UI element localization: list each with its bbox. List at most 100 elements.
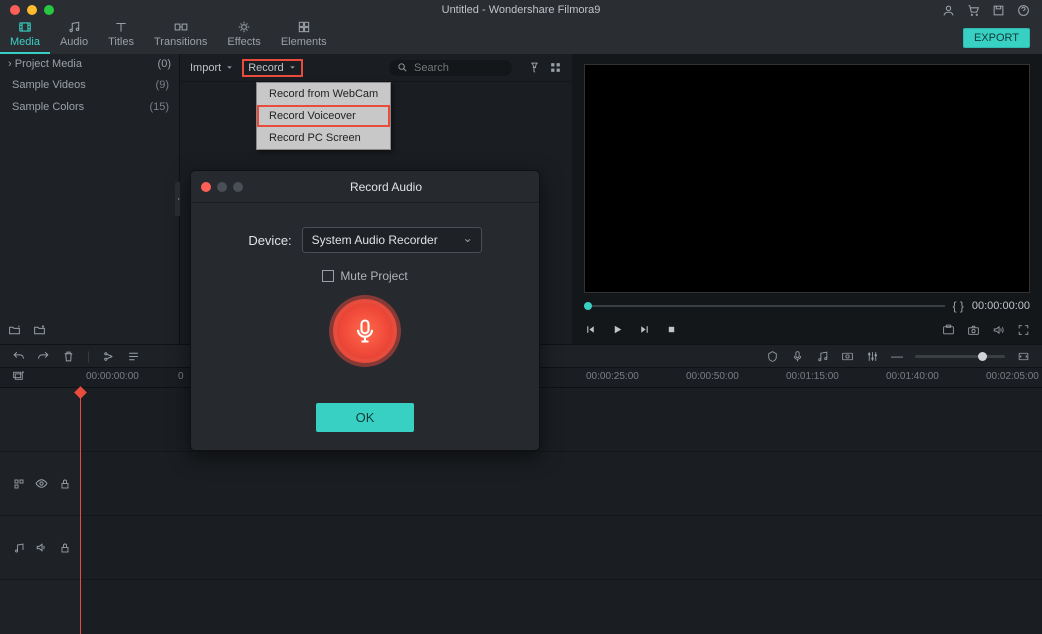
help-icon[interactable] xyxy=(1017,4,1030,17)
play-icon[interactable] xyxy=(611,323,624,336)
delete-icon[interactable] xyxy=(62,350,75,363)
save-icon[interactable] xyxy=(992,4,1005,17)
record-dropdown-button[interactable]: Record xyxy=(242,59,302,77)
tab-label: Effects xyxy=(227,36,260,48)
sidebar-item-label: Sample Videos xyxy=(12,79,86,91)
render-icon[interactable] xyxy=(841,350,854,363)
preview-timecode: 00:00:00:00 xyxy=(972,300,1030,312)
fullscreen-icon[interactable] xyxy=(1017,323,1030,336)
maximize-window-button[interactable] xyxy=(44,5,54,15)
tab-label: Audio xyxy=(60,36,88,48)
main-tabs: Media Audio Titles Transitions Effects E… xyxy=(0,20,1042,54)
search-icon xyxy=(397,62,408,73)
checkbox-icon xyxy=(322,270,334,282)
modal-title: Record Audio xyxy=(243,180,529,194)
tab-audio[interactable]: Audio xyxy=(50,14,98,54)
tab-titles[interactable]: Titles xyxy=(98,14,144,54)
voiceover-icon[interactable] xyxy=(791,350,804,363)
device-select[interactable]: System Audio Recorder xyxy=(302,227,482,253)
sidebar-item-count: (9) xyxy=(156,79,169,91)
edit-icon[interactable] xyxy=(127,350,140,363)
tab-label: Transitions xyxy=(154,36,207,48)
volume-icon[interactable] xyxy=(992,323,1005,336)
step-forward-icon[interactable] xyxy=(638,323,651,336)
audio-track-icon xyxy=(12,541,25,554)
search-input[interactable] xyxy=(414,62,504,74)
ok-button[interactable]: OK xyxy=(316,403,415,432)
tab-elements[interactable]: Elements xyxy=(271,14,337,54)
track-lock2-icon[interactable] xyxy=(58,477,71,490)
microphone-icon xyxy=(351,317,379,345)
music-icon[interactable] xyxy=(816,350,829,363)
titlebar: Untitled - Wondershare Filmora9 xyxy=(0,0,1042,20)
record-dropdown-menu: Record from WebCam Record Voiceover Reco… xyxy=(256,82,391,150)
audio-track[interactable] xyxy=(80,516,1042,580)
track-lock-icon[interactable] xyxy=(12,477,25,490)
cart-icon[interactable] xyxy=(967,4,980,17)
tab-label: Media xyxy=(10,36,40,48)
step-back-icon[interactable] xyxy=(584,323,597,336)
mixer-icon[interactable] xyxy=(866,350,879,363)
audio-icon xyxy=(67,20,81,34)
media-sidebar: › Project Media (0) Sample Videos (9) Sa… xyxy=(0,54,180,344)
timeline-gutter xyxy=(0,388,80,634)
sidebar-header-count: (0) xyxy=(158,58,171,70)
video-track-1-head[interactable] xyxy=(0,388,80,452)
sidebar-item-sample-colors[interactable]: Sample Colors (15) xyxy=(0,96,179,118)
sidebar-item-label: Sample Colors xyxy=(12,101,84,113)
modal-minimize-button[interactable] xyxy=(217,182,227,192)
zoom-slider[interactable] xyxy=(915,355,1005,358)
import-dropdown[interactable]: Import xyxy=(190,62,234,74)
window-controls xyxy=(0,5,54,15)
record-voiceover-item[interactable]: Record Voiceover xyxy=(257,105,390,127)
modal-maximize-button[interactable] xyxy=(233,182,243,192)
titlebar-actions xyxy=(942,4,1042,17)
preview-panel: { } 00:00:00:00 xyxy=(572,54,1042,344)
video-track-2[interactable] xyxy=(80,452,1042,516)
redo-icon[interactable] xyxy=(37,350,50,363)
tab-media[interactable]: Media xyxy=(0,14,50,54)
minimize-window-button[interactable] xyxy=(27,5,37,15)
export-button[interactable]: EXPORT xyxy=(963,28,1030,48)
new-folder-icon[interactable] xyxy=(8,323,21,336)
effects-icon xyxy=(237,20,251,34)
record-webcam-item[interactable]: Record from WebCam xyxy=(257,83,390,105)
audio-track-head[interactable] xyxy=(0,516,80,580)
tab-effects[interactable]: Effects xyxy=(217,14,270,54)
track-lock3-icon[interactable] xyxy=(58,541,71,554)
tab-transitions[interactable]: Transitions xyxy=(144,14,217,54)
marker-icon[interactable] xyxy=(766,350,779,363)
track-mute-icon[interactable] xyxy=(35,541,48,554)
record-button[interactable] xyxy=(333,299,397,363)
record-pc-screen-item[interactable]: Record PC Screen xyxy=(257,127,390,149)
tab-label: Elements xyxy=(281,36,327,48)
undo-icon[interactable] xyxy=(12,350,25,363)
video-track-2-head[interactable] xyxy=(0,452,80,516)
track-visibility-icon[interactable] xyxy=(35,477,48,490)
search-box[interactable] xyxy=(389,60,512,76)
mute-project-label: Mute Project xyxy=(340,269,407,283)
zoom-fit-icon[interactable] xyxy=(1017,350,1030,363)
window-title: Untitled - Wondershare Filmora9 xyxy=(442,4,601,16)
record-audio-modal: Record Audio Device: System Audio Record… xyxy=(190,170,540,451)
elements-icon xyxy=(297,20,311,34)
grid-view-icon[interactable] xyxy=(549,61,562,74)
stop-icon[interactable] xyxy=(665,323,678,336)
sidebar-item-sample-videos[interactable]: Sample Videos (9) xyxy=(0,74,179,96)
add-track-icon[interactable] xyxy=(12,369,25,382)
media-icon xyxy=(17,20,33,34)
split-icon[interactable] xyxy=(102,350,115,363)
close-window-button[interactable] xyxy=(10,5,20,15)
account-icon[interactable] xyxy=(942,4,955,17)
transitions-icon xyxy=(173,20,189,34)
delete-folder-icon[interactable] xyxy=(33,323,46,336)
filter-icon[interactable] xyxy=(528,61,541,74)
screenshot-icon[interactable] xyxy=(942,323,955,336)
preview-video[interactable] xyxy=(584,64,1030,293)
timeline-playhead[interactable] xyxy=(80,388,81,634)
mute-project-checkbox[interactable]: Mute Project xyxy=(322,269,407,283)
preview-scrubber[interactable] xyxy=(584,305,945,307)
camera-icon[interactable] xyxy=(967,323,980,336)
modal-close-button[interactable] xyxy=(201,182,211,192)
sidebar-header[interactable]: › Project Media xyxy=(8,58,82,70)
